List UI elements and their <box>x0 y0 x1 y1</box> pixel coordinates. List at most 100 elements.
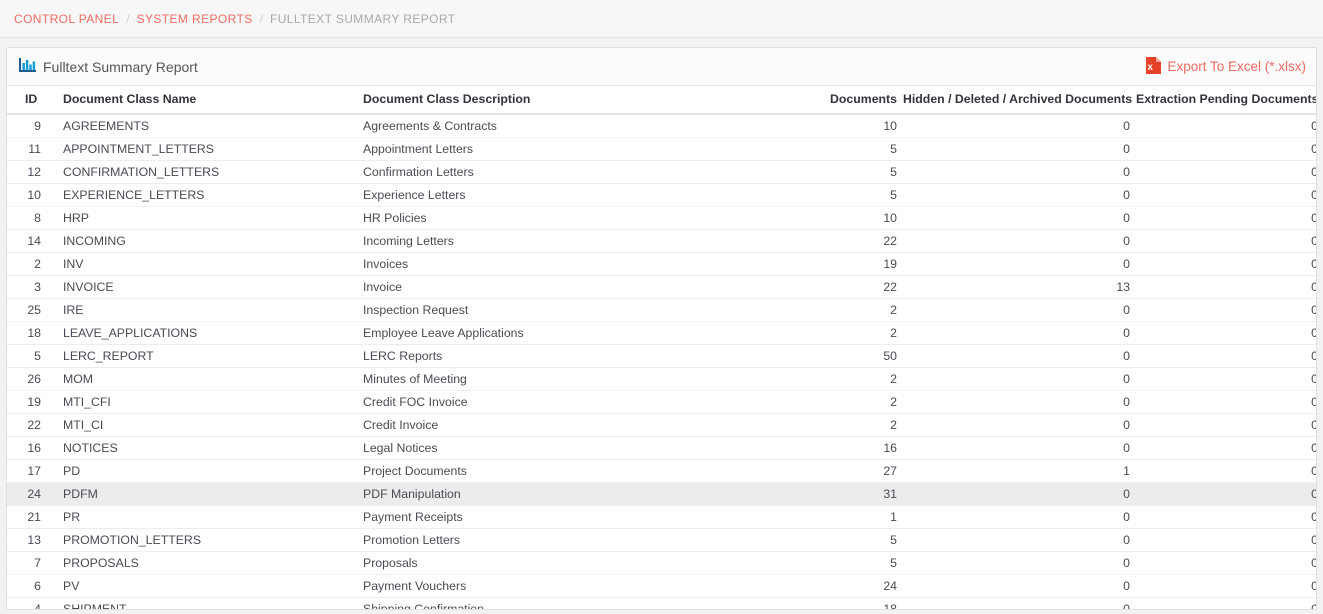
column-header-extraction-pending-documents[interactable]: Extraction Pending Documents <box>1136 86 1316 115</box>
table-row[interactable]: 11 APPOINTMENT_LETTERS Appointment Letters… <box>7 137 1316 161</box>
table-cell-documents: 50 <box>811 344 903 368</box>
table-cell-id: 10 <box>7 183 47 207</box>
table-cell-hidden-deleted-archived: 0 <box>903 551 1136 575</box>
table-row[interactable]: 25IREInspection Request200 <box>7 298 1316 322</box>
table-cell-document-class-name: PROPOSALS <box>47 551 361 575</box>
table-cell-extraction-pending: 0 <box>1136 505 1316 529</box>
table-cell-extraction-pending: 0 <box>1136 229 1316 253</box>
column-header-document-class-description[interactable]: Document Class Description <box>361 86 811 115</box>
table-cell-extraction-pending: 0 <box>1136 413 1316 437</box>
column-header-hidden-deleted-archived-documents[interactable]: Hidden / Deleted / Archived Documents <box>903 86 1136 115</box>
table-row[interactable]: 5LERC_REPORTLERC Reports5000 <box>7 344 1316 368</box>
table-row[interactable]: 12 CONFIRMATION_LETTERS Confirmation Lette… <box>7 160 1316 184</box>
table-row[interactable]: 6PVPayment Vouchers2400 <box>7 574 1316 598</box>
column-header-id[interactable]: ID <box>7 86 47 115</box>
table-body: 9AGREEMENTSAgreements & Contracts100011A… <box>7 114 1316 609</box>
table-cell-id: 13 <box>7 528 47 552</box>
table-cell-id: 14 <box>7 229 47 253</box>
table-row[interactable]: 18 LEAVE_APPLICATIONS Employee Leave Appli… <box>7 321 1316 345</box>
fulltext-summary-table: ID Document Class Name Document Class De… <box>7 86 1316 609</box>
table-cell-id: 6 <box>7 574 47 598</box>
table-cell-document-class-name: PDFM <box>47 482 361 506</box>
table-cell-document-class-name: IRE <box>47 298 361 322</box>
breadcrumb-item-system-reports[interactable]: SYSTEM REPORTS <box>137 12 253 26</box>
table-cell-documents: 2 <box>811 390 903 414</box>
table-row[interactable]: 3INVOICEInvoice22130 <box>7 275 1316 299</box>
table-cell-extraction-pending: 0 <box>1136 298 1316 322</box>
table-cell-documents: 5 <box>811 160 903 184</box>
table-cell-hidden-deleted-archived: 0 <box>903 298 1136 322</box>
table-cell-documents: 10 <box>811 114 903 138</box>
table-cell-hidden-deleted-archived: 0 <box>903 252 1136 276</box>
table-cell-extraction-pending: 0 <box>1136 321 1316 345</box>
table-cell-documents: 5 <box>811 183 903 207</box>
table-cell-documents: 22 <box>811 229 903 253</box>
table-cell-documents: 2 <box>811 413 903 437</box>
table-cell-document-class-name: PV <box>47 574 361 598</box>
table-cell-document-class-name: MTI_CFI <box>47 390 361 414</box>
table-cell-document-class-name: APPOINTMENT_LETTERS <box>47 137 361 161</box>
table-row[interactable]: 21PRPayment Receipts100 <box>7 505 1316 529</box>
table-cell-id: 5 <box>7 344 47 368</box>
table-cell-document-class-description: Experience Letters <box>361 183 811 207</box>
table-cell-documents: 27 <box>811 459 903 483</box>
table-cell-id: 2 <box>7 252 47 276</box>
table-cell-document-class-description: Project Documents <box>361 459 811 483</box>
export-to-excel-button[interactable]: x Export To Excel (*.xlsx) <box>1146 56 1306 77</box>
table-cell-document-class-description: Credit FOC Invoice <box>361 390 811 414</box>
table-cell-documents: 5 <box>811 528 903 552</box>
table-cell-document-class-description: Invoice <box>361 275 811 299</box>
table-cell-documents: 19 <box>811 252 903 276</box>
table-cell-extraction-pending: 0 <box>1136 275 1316 299</box>
column-header-document-class-name[interactable]: Document Class Name <box>47 86 361 115</box>
table-cell-hidden-deleted-archived: 0 <box>903 229 1136 253</box>
table-cell-document-class-description: HR Policies <box>361 206 811 230</box>
table-cell-id: 22 <box>7 413 47 437</box>
table-row[interactable]: 19MTI_CFICredit FOC Invoice200 <box>7 390 1316 414</box>
table-row[interactable]: 13PROMOTION_LETTERSPromotion Letters500 <box>7 528 1316 552</box>
page-title: Fulltext Summary Report <box>19 57 198 76</box>
table-cell-document-class-name: PR <box>47 505 361 529</box>
table-cell-document-class-name: INCOMING <box>47 229 361 253</box>
table-cell-hidden-deleted-archived: 0 <box>903 597 1136 609</box>
table-cell-document-class-name: HRP <box>47 206 361 230</box>
table-row[interactable]: 26MOMMinutes of Meeting200 <box>7 367 1316 391</box>
table-row[interactable]: 9AGREEMENTSAgreements & Contracts1000 <box>7 114 1316 138</box>
table-cell-document-class-name: NOTICES <box>47 436 361 460</box>
table-cell-hidden-deleted-archived: 0 <box>903 321 1136 345</box>
table-cell-document-class-description: Inspection Request <box>361 298 811 322</box>
table-row[interactable]: 7PROPOSALSProposals500 <box>7 551 1316 575</box>
table-header-row: ID Document Class Name Document Class De… <box>7 86 1316 115</box>
table-row[interactable]: 16NOTICESLegal Notices1600 <box>7 436 1316 460</box>
table-cell-document-class-name: INV <box>47 252 361 276</box>
table-cell-document-class-description: Employee Leave Applications <box>361 321 811 345</box>
table-cell-document-class-description: Payment Vouchers <box>361 574 811 598</box>
table-cell-document-class-name: MOM <box>47 367 361 391</box>
table-cell-document-class-name: PD <box>47 459 361 483</box>
table-cell-document-class-description: Shipping Confirmation <box>361 597 811 609</box>
table-row[interactable]: 8HRPHR Policies1000 <box>7 206 1316 230</box>
table-row[interactable]: 24PDFMPDF Manipulation3100 <box>7 482 1316 506</box>
table-cell-document-class-name: AGREEMENTS <box>47 114 361 138</box>
table-row[interactable]: 4SHIPMENTShipping Confirmation1800 <box>7 597 1316 609</box>
table-cell-id: 19 <box>7 390 47 414</box>
table-cell-document-class-description: Agreements & Contracts <box>361 114 811 138</box>
table-row[interactable]: 17PDProject Documents2710 <box>7 459 1316 483</box>
table-row[interactable]: 14INCOMINGIncoming Letters2200 <box>7 229 1316 253</box>
table-cell-documents: 16 <box>811 436 903 460</box>
table-row[interactable]: 10 EXPERIENCE_LETTERS Experience Letters 5 0… <box>7 183 1316 207</box>
table-row[interactable]: 2INVInvoices1900 <box>7 252 1316 276</box>
breadcrumb: CONTROL PANEL / SYSTEM REPORTS / FULLTEX… <box>0 0 1323 38</box>
table-cell-id: 18 <box>7 321 47 345</box>
table-cell-document-class-description: Promotion Letters <box>361 528 811 552</box>
table-cell-hidden-deleted-archived: 0 <box>903 436 1136 460</box>
table-cell-extraction-pending: 0 <box>1136 574 1316 598</box>
table-cell-hidden-deleted-archived: 0 <box>903 206 1136 230</box>
table-cell-document-class-name: PROMOTION_LETTERS <box>47 528 361 552</box>
table-cell-id: 16 <box>7 436 47 460</box>
breadcrumb-item-control-panel[interactable]: CONTROL PANEL <box>14 12 119 26</box>
table-cell-id: 7 <box>7 551 47 575</box>
table-row[interactable]: 22MTI_CICredit Invoice200 <box>7 413 1316 437</box>
column-header-documents[interactable]: Documents <box>811 86 903 115</box>
table-cell-hidden-deleted-archived: 0 <box>903 574 1136 598</box>
